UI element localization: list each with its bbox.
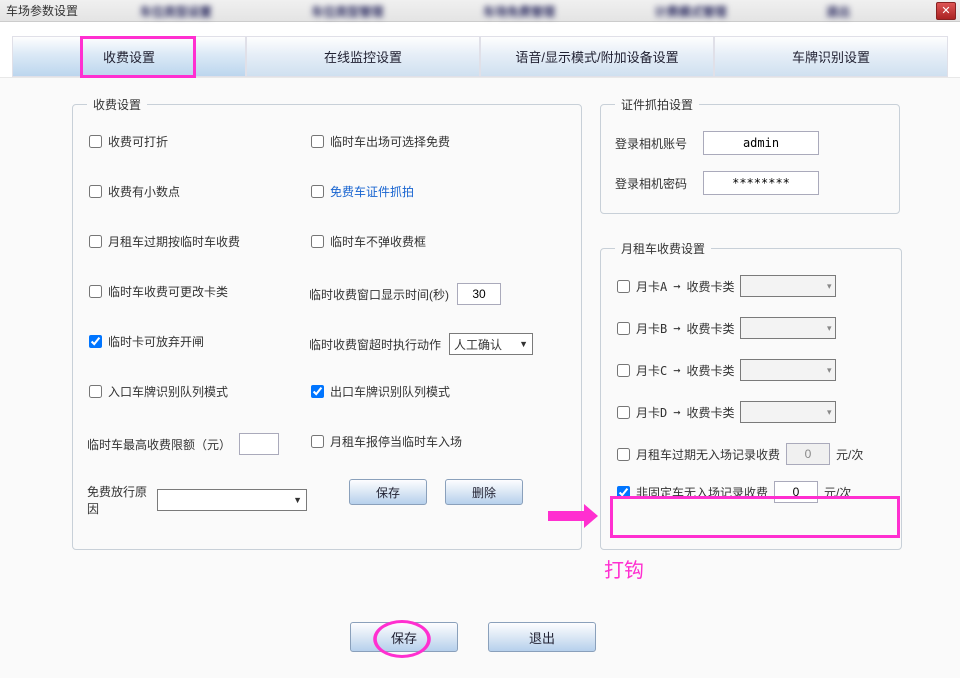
checkbox-entry-queue[interactable]: 入口车牌识别队列模式 <box>87 383 228 400</box>
checkbox-month-expire[interactable]: 月租车过期按临时车收费 <box>87 233 240 250</box>
unit-label: 元/次 <box>836 446 863 463</box>
annotation-arrow-icon <box>548 504 598 528</box>
chevron-down-icon: ▾ <box>827 365 832 376</box>
free-reason-combo[interactable]: ▼ <box>157 489 307 511</box>
annotation-text: 打钩 <box>604 554 644 583</box>
camera-pwd-label: 登录相机密码 <box>615 175 687 192</box>
tab-online-monitor[interactable]: 在线监控设置 <box>246 36 480 77</box>
checkbox-exit-queue[interactable]: 出口车牌识别队列模式 <box>309 383 450 400</box>
temp-window-input[interactable] <box>457 283 501 305</box>
fee-type-label: 收费卡类 <box>686 404 734 421</box>
save-button[interactable]: 保存 <box>350 622 458 652</box>
arrow-icon: → <box>673 279 680 293</box>
temp-timeout-label: 临时收费窗超时执行动作 <box>309 336 441 353</box>
camera-capture-group: 证件抓拍设置 登录相机账号 登录相机密码 <box>600 96 900 214</box>
arrow-icon: → <box>673 321 680 335</box>
fee-type-label: 收费卡类 <box>686 320 734 337</box>
temp-max-label: 临时车最高收费限额（元） <box>87 436 231 453</box>
camera-user-input[interactable] <box>703 131 819 155</box>
exit-button[interactable]: 退出 <box>488 622 596 652</box>
fee-type-label: 收费卡类 <box>686 278 734 295</box>
temp-timeout-combo[interactable]: 人工确认▼ <box>449 333 533 355</box>
monthly-fee-group: 月租车收费设置 月卡A → 收费卡类 ▾ 月卡B → 收费卡类 ▾ 月卡C → … <box>600 240 902 550</box>
checkbox-temp-abandon[interactable]: 临时卡可放弃开闸 <box>87 333 204 350</box>
chevron-down-icon: ▼ <box>293 495 302 505</box>
tab-fee-settings[interactable]: 收费设置 <box>12 36 246 77</box>
checkbox-temp-change-category[interactable]: 临时车收费可更改卡类 <box>87 283 228 300</box>
chevron-down-icon: ▾ <box>827 323 832 334</box>
checkbox-temp-free-exit[interactable]: 临时车出场可选择免费 <box>309 133 450 150</box>
close-icon[interactable]: ✕ <box>936 2 956 20</box>
nonfixed-fee-input[interactable] <box>774 481 818 503</box>
free-reason-label: 免费放行原因 <box>87 483 149 517</box>
monthly-legend: 月租车收费设置 <box>615 240 711 257</box>
checkbox-temp-no-dialog[interactable]: 临时车不弹收费框 <box>309 233 426 250</box>
fee-settings-legend: 收费设置 <box>87 96 147 113</box>
temp-max-input[interactable] <box>239 433 279 455</box>
tab-voice-display[interactable]: 语音/显示模式/附加设备设置 <box>480 36 714 77</box>
inner-delete-button[interactable]: 删除 <box>445 479 523 505</box>
window-title: 车场参数设置 <box>6 2 78 19</box>
arrow-icon: → <box>673 363 680 377</box>
checkbox-decimal[interactable]: 收费有小数点 <box>87 183 180 200</box>
chevron-down-icon: ▼ <box>519 339 528 349</box>
checkbox-month-card-c[interactable]: 月卡C <box>615 362 667 379</box>
checkbox-discount[interactable]: 收费可打折 <box>87 133 168 150</box>
temp-window-label: 临时收费窗口显示时间(秒) <box>309 286 449 303</box>
unit-label: 元/次 <box>824 484 851 501</box>
checkbox-month-card-b[interactable]: 月卡B <box>615 320 667 337</box>
blurred-background-tabs: 车位类型设置车位类型管理车场免费管理计费模式管理退出 <box>90 0 900 22</box>
fee-settings-group: 收费设置 收费可打折 收费有小数点 月租车过期按临时车收费 临时车收费可更改卡类… <box>72 96 582 550</box>
camera-legend: 证件抓拍设置 <box>615 96 699 113</box>
tab-plate-recognition[interactable]: 车牌识别设置 <box>714 36 948 77</box>
tab-bar: 收费设置 在线监控设置 语音/显示模式/附加设备设置 车牌识别设置 <box>0 22 960 78</box>
arrow-icon: → <box>673 405 680 419</box>
month-c-combo[interactable]: ▾ <box>740 359 836 381</box>
camera-pwd-input[interactable] <box>703 171 819 195</box>
month-b-combo[interactable]: ▾ <box>740 317 836 339</box>
inner-save-button[interactable]: 保存 <box>349 479 427 505</box>
checkbox-month-card-a[interactable]: 月卡A <box>615 278 667 295</box>
checkbox-free-doc-capture[interactable]: 免费车证件抓拍 <box>309 183 414 200</box>
month-a-combo[interactable]: ▾ <box>740 275 836 297</box>
chevron-down-icon: ▾ <box>827 407 832 418</box>
checkbox-nonfixed-no-entry[interactable]: 非固定车无入场记录收费 <box>615 484 768 501</box>
checkbox-month-card-d[interactable]: 月卡D <box>615 404 667 421</box>
fee-type-label: 收费卡类 <box>686 362 734 379</box>
month-d-combo[interactable]: ▾ <box>740 401 836 423</box>
chevron-down-icon: ▾ <box>827 281 832 292</box>
month-expired-fee-input <box>786 443 830 465</box>
checkbox-month-expired-no-entry[interactable]: 月租车过期无入场记录收费 <box>615 446 780 463</box>
camera-user-label: 登录相机账号 <box>615 135 687 152</box>
checkbox-month-park-report[interactable]: 月租车报停当临时车入场 <box>309 433 462 450</box>
